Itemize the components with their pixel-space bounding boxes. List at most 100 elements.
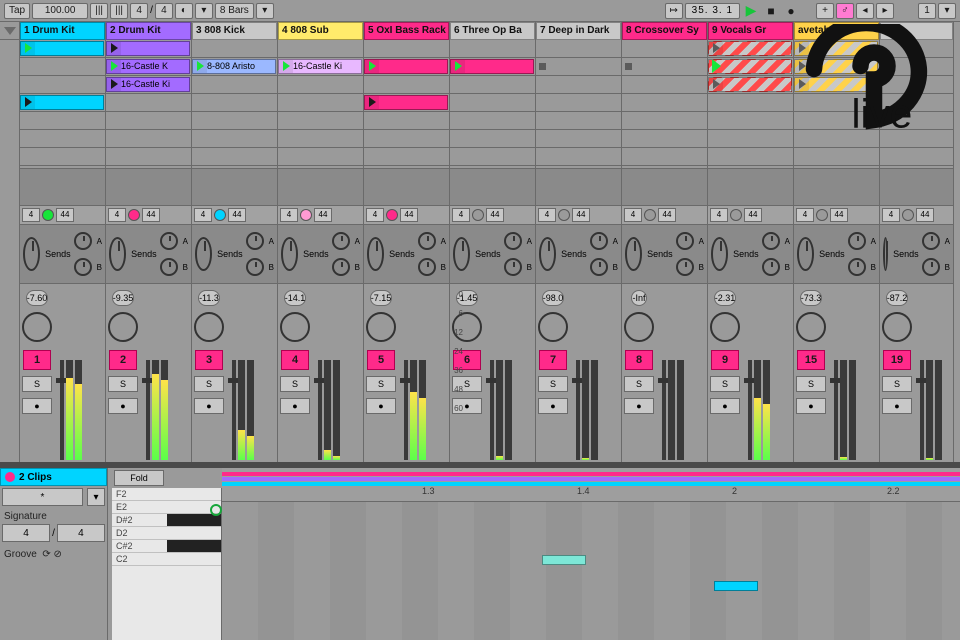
arm-button[interactable]: ● [280, 398, 310, 414]
volume-fader[interactable] [834, 360, 838, 460]
sig-num[interactable]: 4 [130, 3, 148, 19]
fwd-icon[interactable]: ▸ [876, 3, 894, 19]
volume-readout[interactable]: -11.3 [198, 290, 220, 306]
empty-clip-slot[interactable] [536, 94, 621, 111]
solo-button[interactable]: S [194, 376, 224, 392]
track-header[interactable]: avetab [794, 22, 879, 40]
pan-knob[interactable] [108, 312, 138, 342]
clip-play-button[interactable] [279, 60, 293, 73]
empty-clip-slot[interactable] [364, 40, 449, 57]
arm-button[interactable]: ● [710, 398, 740, 414]
route-a[interactable]: 4 [624, 208, 642, 222]
empty-clip-slot[interactable] [20, 112, 105, 129]
clip-play-button[interactable] [21, 96, 35, 109]
track-activator[interactable]: 9 [711, 350, 739, 370]
tap-button[interactable]: Tap [4, 3, 30, 19]
empty-clip-slot[interactable] [794, 94, 879, 111]
send-knob[interactable] [367, 237, 384, 271]
track-activator[interactable]: 8 [625, 350, 653, 370]
solo-button[interactable]: S [710, 376, 740, 392]
route-b[interactable]: 44 [400, 208, 418, 222]
send-a-knob[interactable] [762, 232, 780, 250]
clip[interactable]: 16-Castle Ki [278, 59, 362, 74]
send-a-knob[interactable] [160, 232, 178, 250]
pan-knob[interactable] [538, 312, 568, 342]
volume-fader[interactable] [576, 360, 580, 460]
clip-play-button[interactable] [709, 42, 723, 55]
clip[interactable]: 16-Castle K [106, 59, 190, 74]
pan-knob[interactable] [22, 312, 52, 342]
empty-clip-slot[interactable] [364, 76, 449, 93]
route-a[interactable]: 4 [194, 208, 212, 222]
clip[interactable]: 16-Castle Ki [106, 77, 190, 92]
empty-clip-slot[interactable] [622, 94, 707, 111]
loop-region[interactable] [222, 472, 960, 476]
route-b[interactable]: 44 [56, 208, 74, 222]
metronome-icon[interactable]: ◐ [175, 3, 193, 19]
empty-clip-slot[interactable] [278, 94, 363, 111]
volume-readout[interactable]: -Inf [631, 290, 646, 306]
route-dot-icon[interactable] [730, 209, 742, 221]
volume-fader[interactable] [60, 360, 64, 460]
route-dot-icon[interactable] [816, 209, 828, 221]
empty-clip-slot[interactable] [20, 76, 105, 93]
empty-clip-slot[interactable] [880, 40, 953, 57]
route-dot-icon[interactable] [558, 209, 570, 221]
empty-clip-slot[interactable] [880, 76, 953, 93]
dropdown-icon[interactable]: ▾ [87, 488, 105, 506]
sig-den[interactable]: 4 [155, 3, 173, 19]
empty-clip-slot[interactable] [278, 76, 363, 93]
clip-play-button[interactable] [795, 42, 809, 55]
clip-play-button[interactable] [21, 42, 35, 55]
send-a-knob[interactable] [418, 232, 436, 250]
empty-clip-slot[interactable] [794, 130, 879, 147]
send-a-knob[interactable] [332, 232, 350, 250]
empty-clip-slot[interactable] [106, 112, 191, 129]
track-header[interactable]: 3 808 Kick [192, 22, 277, 40]
play-button[interactable]: ▶ [742, 3, 760, 19]
clip[interactable] [364, 59, 448, 74]
empty-clip-slot[interactable] [450, 40, 535, 57]
piano-key[interactable]: E2 [112, 501, 221, 514]
route-a[interactable]: 4 [366, 208, 384, 222]
empty-clip-slot[interactable] [192, 40, 277, 57]
volume-readout[interactable]: -9.35 [112, 290, 135, 306]
send-b-knob[interactable] [160, 258, 178, 276]
empty-clip-slot[interactable] [536, 40, 621, 57]
route-b[interactable]: 44 [142, 208, 160, 222]
piano-key[interactable]: F2 [112, 488, 221, 501]
send-b-knob[interactable] [848, 258, 866, 276]
volume-readout[interactable]: -87.2 [886, 290, 909, 306]
dropdown-icon[interactable]: ▾ [938, 3, 956, 19]
stop-button[interactable]: ■ [762, 3, 780, 19]
track-activator[interactable]: 1 [23, 350, 51, 370]
empty-clip-slot[interactable] [106, 130, 191, 147]
clip[interactable] [20, 41, 104, 56]
loop-start-icon[interactable] [210, 504, 222, 516]
track-header[interactable]: 2 Drum Kit [106, 22, 191, 40]
track-activator[interactable]: 2 [109, 350, 137, 370]
follow-icon[interactable]: ↦ [665, 3, 683, 19]
clip-play-button[interactable] [107, 78, 121, 91]
clip-play-button[interactable] [107, 60, 121, 73]
automation-arm-icon[interactable]: ♂ [836, 3, 854, 19]
empty-clip-slot[interactable] [192, 130, 277, 147]
route-b[interactable]: 44 [830, 208, 848, 222]
volume-fader[interactable] [662, 360, 666, 460]
volume-readout[interactable]: -73.3 [800, 290, 823, 306]
empty-clip-slot[interactable] [622, 40, 707, 57]
clip-play-button[interactable] [709, 60, 723, 73]
send-knob[interactable] [883, 237, 888, 271]
clip[interactable] [794, 41, 878, 56]
empty-clip-slot[interactable] [622, 148, 707, 165]
empty-clip-slot[interactable] [708, 130, 793, 147]
volume-fader[interactable] [318, 360, 322, 460]
empty-clip-slot[interactable] [450, 148, 535, 165]
send-b-knob[interactable] [246, 258, 264, 276]
route-dot-icon[interactable] [902, 209, 914, 221]
clip-play-button[interactable] [365, 96, 379, 109]
clip[interactable] [708, 41, 792, 56]
empty-clip-slot[interactable] [536, 148, 621, 165]
track-activator[interactable]: 19 [883, 350, 911, 370]
loop-switch[interactable]: 1 [918, 3, 936, 19]
